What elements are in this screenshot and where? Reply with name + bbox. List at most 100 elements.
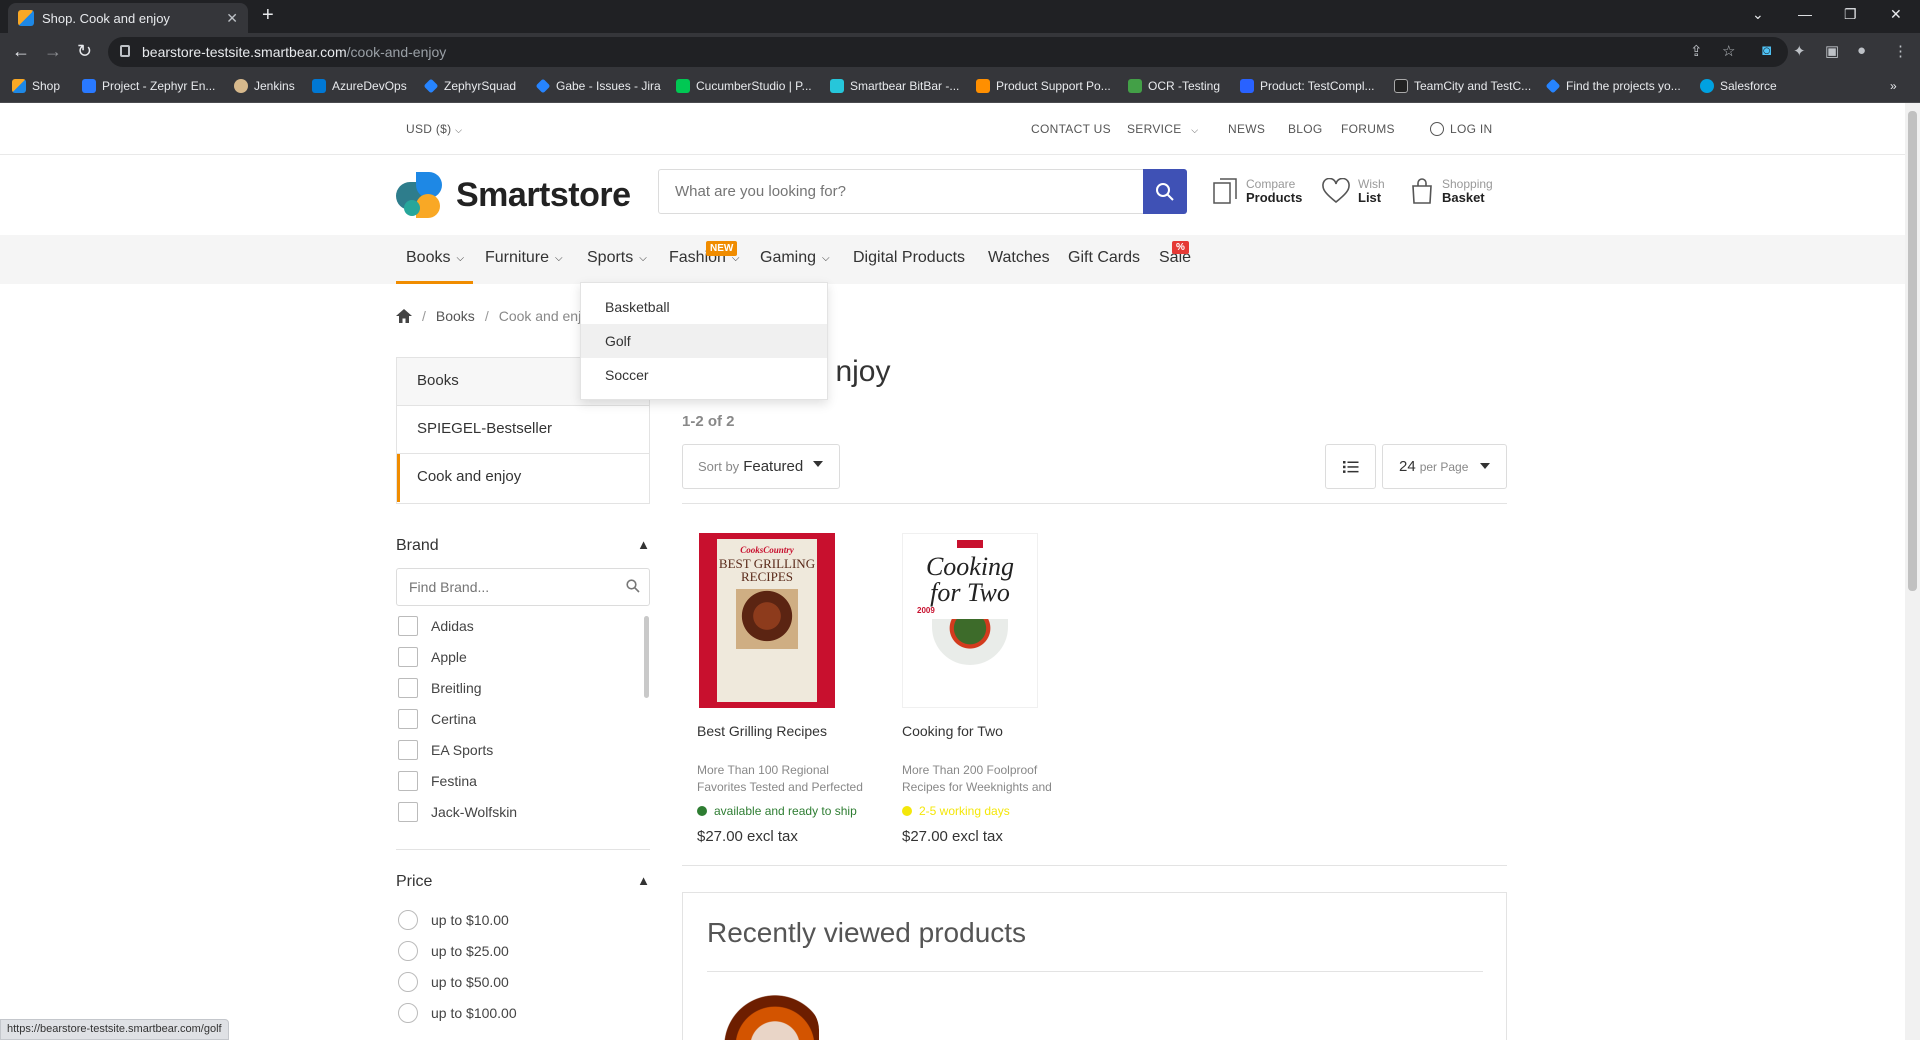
- bookmark-item[interactable]: Jenkins: [234, 79, 295, 93]
- browser-menu-icon[interactable]: ⋮: [1893, 42, 1908, 60]
- compare-products-button[interactable]: Compare Products: [1212, 177, 1302, 205]
- contact-link[interactable]: CONTACT US: [1031, 122, 1111, 136]
- price-radio[interactable]: up to $50.00: [398, 972, 509, 992]
- browser-tab[interactable]: Shop. Cook and enjoy ✕: [8, 3, 248, 33]
- price-radio[interactable]: up to $10.00: [398, 910, 509, 930]
- chevron-down-icon: ⌵: [555, 252, 563, 264]
- brand-checkbox[interactable]: Jack-Wolfskin: [398, 802, 517, 822]
- service-menu[interactable]: SERVICE ⌵: [1127, 122, 1198, 136]
- category-spiegel-bestseller[interactable]: SPIEGEL-Bestseller: [397, 406, 649, 454]
- share-icon[interactable]: ⇪: [1690, 42, 1703, 60]
- scrollbar-thumb[interactable]: [1908, 111, 1917, 591]
- brand-checkbox[interactable]: Certina: [398, 709, 476, 729]
- per-page-dropdown[interactable]: 24 per Page: [1382, 444, 1507, 489]
- category-cook-and-enjoy[interactable]: Cook and enjoy: [397, 454, 649, 502]
- reload-icon[interactable]: ↻: [77, 41, 92, 62]
- brand-checkbox[interactable]: Adidas: [398, 616, 474, 636]
- stock-dot-icon: [902, 806, 912, 816]
- bookmark-star-icon[interactable]: ☆: [1722, 42, 1735, 60]
- restore-icon[interactable]: ❐: [1844, 6, 1857, 23]
- brand-search-input[interactable]: [396, 568, 650, 606]
- close-window-icon[interactable]: ✕: [1890, 6, 1902, 23]
- recently-viewed-section: Recently viewed products: [682, 892, 1507, 1040]
- bookmark-item[interactable]: AzureDevOps: [312, 79, 407, 93]
- sidepanel-icon[interactable]: ▣: [1825, 42, 1839, 60]
- nav-sports[interactable]: Sports ⌵: [587, 249, 647, 267]
- news-link[interactable]: NEWS: [1228, 122, 1265, 136]
- bookmark-item[interactable]: Find the projects yo...: [1545, 78, 1681, 94]
- price-facet-header[interactable]: Price ▲: [396, 873, 650, 891]
- lock-icon: [120, 45, 130, 57]
- brand-facet-header[interactable]: Brand ▲: [396, 537, 650, 555]
- extensions-puzzle-icon[interactable]: ✦: [1793, 42, 1806, 60]
- back-icon[interactable]: ←: [12, 41, 30, 62]
- price-radio[interactable]: up to $100.00: [398, 1003, 517, 1023]
- browser-tab-bar: Shop. Cook and enjoy ✕ + ⌄ — ❐ ✕: [0, 0, 1920, 33]
- product-name[interactable]: Cooking for Two: [902, 723, 1003, 739]
- menu-item-golf[interactable]: Golf: [581, 324, 827, 358]
- main-navigation: Books ⌵ Furniture ⌵ Sports ⌵ Fashion ⌵ NEW G…: [0, 235, 1905, 284]
- chevron-up-icon: ▲: [637, 873, 650, 888]
- search-button[interactable]: [1143, 169, 1187, 214]
- site-logo[interactable]: Smartstore: [396, 172, 631, 218]
- bookmark-item[interactable]: TeamCity and TestC...: [1394, 79, 1531, 93]
- brand-checkbox[interactable]: Breitling: [398, 678, 482, 698]
- tab-favicon-icon: [18, 10, 34, 26]
- nav-gaming[interactable]: Gaming ⌵: [760, 249, 830, 267]
- product-image[interactable]: CooksCountry BEST GRILLING RECIPES: [699, 533, 835, 708]
- nav-digital-products[interactable]: Digital Products: [853, 249, 965, 267]
- minimize-icon[interactable]: —: [1798, 6, 1812, 22]
- bookmark-item[interactable]: OCR -Testing: [1128, 79, 1220, 93]
- nav-watches[interactable]: Watches: [988, 249, 1050, 267]
- home-icon[interactable]: [396, 309, 412, 323]
- brand-checkbox[interactable]: EA Sports: [398, 740, 493, 760]
- list-view-button[interactable]: [1325, 444, 1376, 489]
- nav-books[interactable]: Books ⌵: [406, 249, 464, 267]
- bookmark-item[interactable]: Salesforce: [1700, 79, 1777, 93]
- forums-link[interactable]: FORUMS: [1341, 122, 1395, 136]
- brand-checkbox[interactable]: Festina: [398, 771, 477, 791]
- login-link[interactable]: LOG IN: [1430, 122, 1492, 136]
- bookmark-item[interactable]: Project - Zephyr En...: [82, 79, 215, 93]
- stock-status: 2-5 working days: [902, 804, 1010, 818]
- menu-item-basketball[interactable]: Basketball: [581, 290, 827, 324]
- nav-furniture[interactable]: Furniture ⌵: [485, 249, 563, 267]
- bookmark-item[interactable]: CucumberStudio | P...: [676, 79, 812, 93]
- forward-icon[interactable]: →: [44, 41, 62, 62]
- brand-checkbox[interactable]: Apple: [398, 647, 467, 667]
- more-bookmarks-icon[interactable]: »: [1890, 79, 1897, 93]
- blog-link[interactable]: BLOG: [1288, 122, 1323, 136]
- stock-dot-icon: [697, 806, 707, 816]
- product-image[interactable]: Cooking for Two 2009: [902, 533, 1038, 708]
- page-scrollbar[interactable]: [1905, 103, 1920, 1040]
- price-radio[interactable]: up to $25.00: [398, 941, 509, 961]
- recent-product-image[interactable]: [709, 990, 819, 1040]
- breadcrumb: / Books / Cook and enjoy: [396, 308, 596, 324]
- nav-gift-cards[interactable]: Gift Cards: [1068, 249, 1140, 267]
- chevron-up-icon: ▲: [637, 537, 650, 552]
- shopping-bag-icon: [1412, 178, 1432, 204]
- wishlist-button[interactable]: Wish List: [1322, 177, 1385, 205]
- new-tab-icon[interactable]: +: [262, 4, 274, 27]
- currency-selector[interactable]: USD ($) ⌵: [406, 122, 462, 136]
- result-count: 1-2 of 2: [682, 413, 735, 430]
- brand-list-scrollbar[interactable]: [644, 616, 649, 698]
- shopping-basket-button[interactable]: Shopping Basket: [1410, 177, 1493, 205]
- menu-item-soccer[interactable]: Soccer: [581, 358, 827, 392]
- search-input[interactable]: [658, 169, 1144, 214]
- bookmark-item[interactable]: Gabe - Issues - Jira: [535, 78, 661, 94]
- product-name[interactable]: Best Grilling Recipes: [697, 723, 827, 739]
- breadcrumb-books[interactable]: Books: [436, 308, 475, 324]
- tab-search-icon[interactable]: ⌄: [1752, 6, 1764, 23]
- address-bar[interactable]: bearstore-testsite.smartbear.com/cook-an…: [108, 37, 1788, 67]
- bookmark-item[interactable]: Product: TestCompl...: [1240, 79, 1375, 93]
- bookmark-item[interactable]: Smartbear BitBar -...: [830, 79, 959, 93]
- divider: [707, 971, 1483, 972]
- bookmark-item[interactable]: Product Support Po...: [976, 79, 1111, 93]
- tab-close-icon[interactable]: ✕: [226, 10, 238, 27]
- bookmark-item[interactable]: ZephyrSquad: [423, 78, 516, 94]
- extension-icon[interactable]: ◙: [1762, 42, 1771, 59]
- sort-dropdown[interactable]: Sort by Featured: [682, 444, 840, 489]
- profile-icon[interactable]: ●: [1857, 42, 1866, 59]
- bookmark-item[interactable]: Shop: [12, 79, 60, 93]
